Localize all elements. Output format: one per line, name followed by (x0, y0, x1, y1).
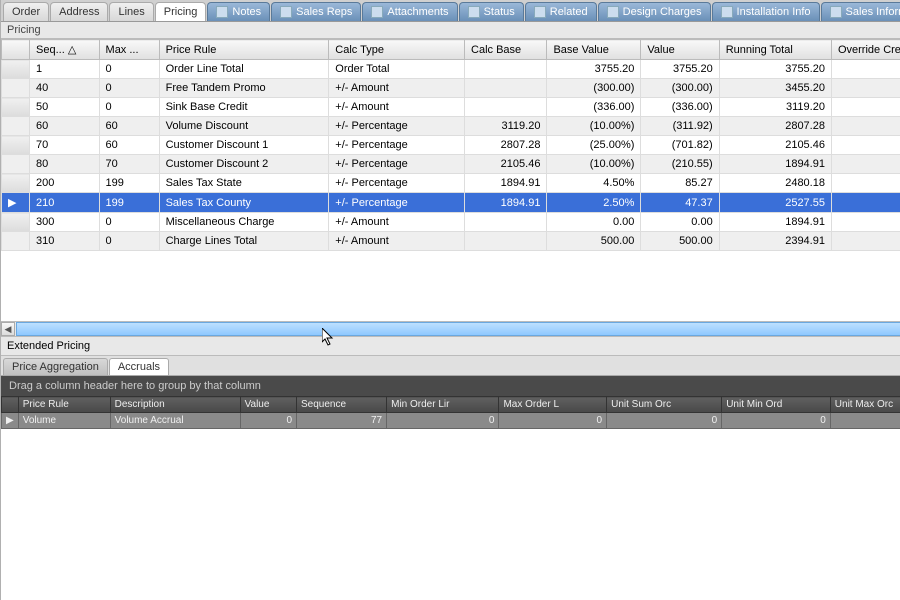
tab-label: Order (12, 6, 40, 18)
col-header[interactable]: Sequence (297, 397, 387, 413)
tab-related[interactable]: Related (525, 2, 597, 21)
tab-doc-icon (280, 6, 292, 18)
col-header[interactable]: Calc Base (465, 40, 547, 60)
h-scrollbar[interactable]: ◀ ▶ (1, 321, 900, 337)
col-header[interactable]: Max Order L (499, 397, 607, 413)
col-header[interactable]: Unit Sum Orc (607, 397, 722, 413)
table-row[interactable]: 200199Sales Tax State+/- Percentage1894.… (2, 174, 900, 193)
table-row[interactable]: 3000Miscellaneous Charge+/- Amount0.000.… (2, 213, 900, 232)
scroll-track[interactable] (16, 322, 900, 336)
tab-bar: Order Address Lines Pricing Notes Sales Reps A… (1, 0, 900, 22)
col-header[interactable]: Override Cre... (831, 40, 900, 60)
row-handle[interactable] (2, 136, 30, 155)
subtab-bar: Price AggregationAccruals (1, 356, 900, 376)
col-header[interactable]: Min Order Lir (387, 397, 499, 413)
row-handle[interactable]: ▶ (2, 413, 19, 429)
tab-doc-icon (534, 6, 546, 18)
row-handle[interactable] (2, 117, 30, 136)
table-row[interactable]: 10Order Line TotalOrder Total3755.203755… (2, 60, 900, 79)
tab-label: Lines (118, 6, 144, 18)
table-row[interactable]: ▶210199Sales Tax County+/- Percentage189… (2, 193, 900, 213)
col-header[interactable]: Seq... △ (30, 40, 100, 60)
tab-label: Sales Reps (296, 6, 352, 18)
table-row[interactable]: 7060Customer Discount 1+/- Percentage280… (2, 136, 900, 155)
col-header[interactable]: Unit Max Orc (830, 397, 900, 413)
pricing-section-label: Pricing (1, 22, 900, 39)
col-header[interactable]: Price Rule (159, 40, 329, 60)
col-header[interactable]: Calc Type (329, 40, 465, 60)
col-header[interactable]: Value (240, 397, 296, 413)
tab-installation-info[interactable]: Installation Info (712, 2, 820, 21)
col-header[interactable]: Description (110, 397, 240, 413)
col-header[interactable]: Max ... (99, 40, 159, 60)
tab-doc-icon (830, 6, 842, 18)
tab-attachments[interactable]: Attachments (362, 2, 457, 21)
table-row[interactable]: 3100Charge Lines Total+/- Amount500.0050… (2, 232, 900, 251)
tab-status[interactable]: Status (459, 2, 524, 21)
col-header[interactable]: Base Value (547, 40, 641, 60)
pricing-grid-wrap: Seq... △Max ...Price RuleCalc TypeCalc B… (1, 39, 900, 251)
tab-doc-icon (721, 6, 733, 18)
tab-order[interactable]: Order (3, 2, 49, 21)
group-by-bar[interactable]: Drag a column header here to group by th… (1, 376, 900, 396)
tab-doc-icon (468, 6, 480, 18)
table-row[interactable]: 400Free Tandem Promo+/- Amount(300.00)(3… (2, 79, 900, 98)
tab-label: Status (484, 6, 515, 18)
pricing-grid[interactable]: Seq... △Max ...Price RuleCalc TypeCalc B… (1, 39, 900, 251)
col-header[interactable]: Unit Min Ord (722, 397, 831, 413)
tab-address[interactable]: Address (50, 2, 108, 21)
tab-pricing[interactable]: Pricing (155, 2, 207, 21)
tab-sales-information[interactable]: Sales Information (821, 2, 900, 21)
subtab-accruals[interactable]: Accruals (109, 358, 169, 375)
tab-label: Sales Information (846, 6, 900, 18)
row-handle[interactable] (2, 60, 30, 79)
row-handle[interactable] (2, 174, 30, 193)
table-row[interactable]: 500Sink Base Credit+/- Amount(336.00)(33… (2, 98, 900, 117)
col-header[interactable]: Running Total (719, 40, 831, 60)
col-header[interactable]: Value (641, 40, 719, 60)
tab-design-charges[interactable]: Design Charges (598, 2, 711, 21)
tab-label: Pricing (164, 6, 198, 18)
tab-label: Design Charges (623, 6, 702, 18)
subtab-price-aggregation[interactable]: Price Aggregation (3, 358, 108, 375)
main-panel: Order Address Lines Pricing Notes Sales Reps A… (1, 0, 900, 600)
col-header[interactable]: Price Rule (18, 397, 110, 413)
tab-doc-icon (607, 6, 619, 18)
tab-sales-reps[interactable]: Sales Reps (271, 2, 361, 21)
tab-label: Installation Info (737, 6, 811, 18)
extended-pricing-label: Extended Pricing (1, 337, 900, 356)
row-handle[interactable]: ▶ (2, 193, 30, 213)
tab-label: Address (59, 6, 99, 18)
table-row[interactable]: ▶VolumeVolume Accrual07700000 (2, 413, 900, 429)
tab-lines[interactable]: Lines (109, 2, 153, 21)
tab-label: Notes (232, 6, 261, 18)
table-row[interactable]: 8070Customer Discount 2+/- Percentage210… (2, 155, 900, 174)
table-row[interactable]: 6060Volume Discount+/- Percentage3119.20… (2, 117, 900, 136)
accruals-grid[interactable]: Price RuleDescriptionValueSequenceMin Or… (1, 396, 900, 429)
tab-doc-icon (371, 6, 383, 18)
scroll-left-icon[interactable]: ◀ (1, 322, 15, 336)
row-handle[interactable] (2, 155, 30, 174)
row-handle[interactable] (2, 213, 30, 232)
row-handle[interactable] (2, 79, 30, 98)
tab-notes[interactable]: Notes (207, 2, 270, 21)
row-handle[interactable] (2, 232, 30, 251)
tab-doc-icon (216, 6, 228, 18)
row-handle[interactable] (2, 98, 30, 117)
tab-label: Attachments (387, 6, 448, 18)
tab-label: Related (550, 6, 588, 18)
